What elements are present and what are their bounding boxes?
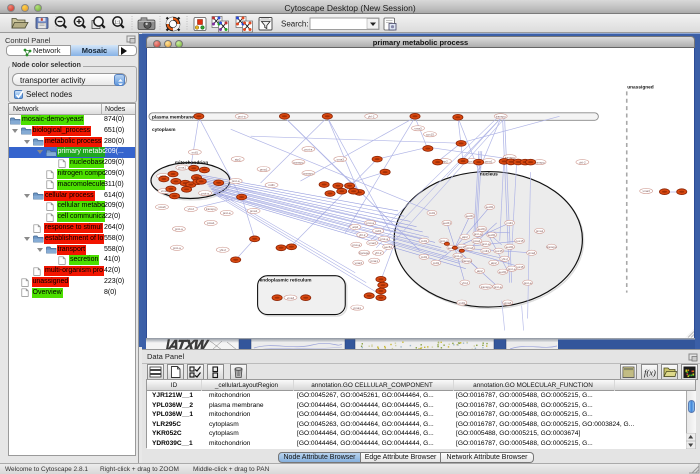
- svg-text:f(x): f(x): [644, 368, 656, 378]
- svg-text:transpo: transpo: [293, 160, 303, 164]
- svg-text:atp2: atp2: [352, 225, 358, 229]
- svg-text:prot-a: prot-a: [474, 232, 482, 236]
- svg-text:prot-a: prot-a: [454, 254, 462, 258]
- svg-text:mdl1: mdl1: [429, 211, 436, 215]
- svg-text:prot-a: prot-a: [201, 191, 209, 195]
- svg-text:prot-a: prot-a: [232, 179, 240, 183]
- svg-text:cytoplasm: cytoplasm: [152, 127, 176, 133]
- svg-text:yhl-2: yhl-2: [188, 207, 195, 211]
- svg-text:transpo: transpo: [206, 207, 216, 211]
- svg-text:sec61: sec61: [466, 214, 474, 218]
- svg-text:transpo: transpo: [496, 114, 506, 118]
- svg-text:unassigned: unassigned: [627, 84, 654, 90]
- svg-text:yhl-2: yhl-2: [579, 160, 586, 164]
- svg-text:sec61: sec61: [443, 221, 451, 225]
- svg-text:atp2: atp2: [491, 261, 497, 265]
- svg-text:prot-a: prot-a: [173, 246, 181, 250]
- svg-text:atp2: atp2: [235, 157, 241, 161]
- svg-text:prot-a: prot-a: [223, 211, 231, 215]
- svg-text:pma1: pma1: [473, 239, 481, 243]
- svg-text:prot-a: prot-a: [508, 267, 516, 271]
- svg-text:sec61: sec61: [488, 233, 496, 237]
- svg-text:pma1: pma1: [485, 159, 493, 163]
- svg-text:pma1: pma1: [207, 221, 215, 225]
- svg-text:prot-a: prot-a: [175, 227, 183, 231]
- svg-text:mitochondrion: mitochondrion: [175, 160, 208, 166]
- svg-text:transpo: transpo: [481, 285, 491, 289]
- svg-text:vma3: vma3: [466, 246, 474, 250]
- svg-text:mdl1: mdl1: [506, 221, 513, 225]
- svg-text:pma1: pma1: [370, 259, 378, 263]
- svg-text:yhl-2: yhl-2: [375, 251, 382, 255]
- svg-text:prot-a: prot-a: [494, 285, 502, 289]
- svg-text:1:1: 1:1: [114, 19, 121, 24]
- svg-text:transpo: transpo: [547, 245, 557, 249]
- svg-text:prot-a: prot-a: [352, 243, 360, 247]
- svg-text:mdl1: mdl1: [268, 183, 275, 187]
- svg-text:cox15: cox15: [495, 249, 503, 253]
- svg-text:mdl1: mdl1: [459, 301, 466, 305]
- svg-text:pma1: pma1: [536, 229, 544, 233]
- svg-text:prot-a: prot-a: [482, 242, 490, 246]
- svg-text:sec61: sec61: [478, 227, 486, 231]
- svg-text:transpo: transpo: [462, 259, 472, 263]
- svg-text:vma3: vma3: [337, 157, 345, 161]
- svg-text:yhl-2: yhl-2: [359, 233, 366, 237]
- svg-text:vma3: vma3: [414, 126, 422, 130]
- svg-text:vma3: vma3: [528, 251, 536, 255]
- svg-text:prot-a: prot-a: [366, 221, 374, 225]
- svg-text:cox15: cox15: [516, 239, 524, 243]
- svg-text:sec61: sec61: [384, 245, 392, 249]
- svg-text:transpo: transpo: [535, 160, 545, 164]
- svg-text:atp2: atp2: [477, 269, 483, 273]
- svg-text:prot-a: prot-a: [305, 147, 313, 151]
- svg-text:transpo: transpo: [359, 251, 369, 255]
- svg-text:mdl1: mdl1: [192, 150, 199, 154]
- svg-text:pma1: pma1: [250, 209, 258, 213]
- svg-text:atp2: atp2: [462, 235, 468, 239]
- svg-text:yhl-2: yhl-2: [368, 114, 375, 118]
- svg-text:vma3: vma3: [355, 261, 363, 265]
- svg-text:pma1: pma1: [354, 306, 362, 310]
- svg-text:yhl-2: yhl-2: [501, 257, 508, 261]
- svg-text:mdl1: mdl1: [483, 249, 490, 253]
- svg-text:transpo: transpo: [303, 171, 313, 175]
- svg-text:vma3: vma3: [643, 189, 651, 193]
- svg-text:mdl1: mdl1: [433, 261, 440, 265]
- svg-text:vma3: vma3: [287, 296, 295, 300]
- svg-text:vma3: vma3: [369, 241, 377, 245]
- svg-text:yhl-2: yhl-2: [220, 248, 227, 252]
- svg-text:mdl1: mdl1: [421, 255, 428, 259]
- svg-text:vma3: vma3: [158, 205, 166, 209]
- svg-text:sec61: sec61: [499, 270, 507, 274]
- svg-text:endoplasmic reticulum: endoplasmic reticulum: [260, 278, 312, 284]
- svg-text:mdl1: mdl1: [375, 229, 382, 233]
- svg-text:yhl-2: yhl-2: [462, 281, 469, 285]
- svg-text:mdl1: mdl1: [421, 239, 428, 243]
- svg-text:sec61: sec61: [486, 205, 494, 209]
- svg-text:sec61: sec61: [506, 245, 514, 249]
- svg-text:Search:: Search:: [281, 20, 309, 29]
- svg-text:cox15: cox15: [426, 132, 434, 136]
- svg-text:prot-a: prot-a: [524, 281, 532, 285]
- svg-text:plasma membrane: plasma membrane: [152, 115, 194, 121]
- svg-text:nucleus: nucleus: [480, 172, 498, 178]
- svg-text:prot-a: prot-a: [238, 114, 246, 118]
- svg-text:prot-a: prot-a: [380, 237, 388, 241]
- svg-text:vma3: vma3: [504, 301, 512, 305]
- svg-text:pma1: pma1: [260, 167, 268, 171]
- svg-text:pma1: pma1: [179, 166, 187, 170]
